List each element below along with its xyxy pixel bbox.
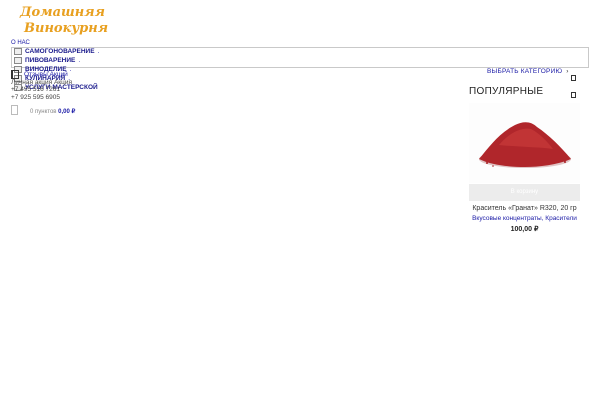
- brewing-icon: [14, 57, 22, 64]
- product-image[interactable]: [469, 103, 580, 183]
- cart-summary[interactable]: 0 пунктов 0,00 ₽: [30, 108, 75, 115]
- section-title: ПОПУЛЯРНЫЕ: [469, 86, 544, 97]
- nav-item-distilling[interactable]: САМОГОНОВАРЕНИЕ.: [14, 48, 99, 55]
- svg-text:Домашняя: Домашняя: [19, 5, 105, 20]
- search-icon[interactable]: [571, 92, 576, 98]
- select-category-button[interactable]: ВЫБРАТЬ КАТЕГОРИЮ ›: [487, 68, 569, 75]
- cart-items-count: 0 пунктов: [30, 109, 57, 115]
- svg-text:Винокурня: Винокурня: [23, 21, 108, 36]
- cart-icon[interactable]: [11, 105, 18, 115]
- nav-item-label: САМОГОНОВАРЕНИЕ: [25, 48, 95, 55]
- phone-number[interactable]: +7 925 595 6905: [11, 94, 60, 101]
- product-categories[interactable]: Вкусовые концентраты, Красители: [469, 215, 580, 222]
- account-icon[interactable]: [571, 75, 576, 81]
- red-powder-image: [479, 122, 571, 168]
- overlay-link[interactable]: Личная акция Акция: [11, 79, 72, 86]
- site-logo[interactable]: Домашняя Винокурня: [18, 2, 118, 36]
- add-to-cart-button[interactable]: В корзину: [469, 184, 580, 201]
- about-link[interactable]: О НАС: [11, 40, 30, 46]
- overlay-link[interactable]: Отзывы Акций: [24, 71, 68, 78]
- menu-icon[interactable]: [11, 70, 19, 79]
- chevron-right-icon: ›: [566, 68, 569, 75]
- cart-sum: 0,00 ₽: [58, 109, 76, 115]
- product-name[interactable]: Краситель «Гранат» R320, 20 гр: [469, 205, 580, 212]
- product-price: 100,00 ₽: [510, 226, 539, 233]
- logo-mark: Домашняя Винокурня: [19, 5, 108, 36]
- nav-item-brewing[interactable]: ПИВОВАРЕНИЕ.: [14, 57, 80, 64]
- select-category-label: ВЫБРАТЬ КАТЕГОРИЮ: [487, 68, 563, 75]
- phone-number[interactable]: +7 495 516 7261: [11, 86, 60, 93]
- nav-item-label: ПИВОВАРЕНИЕ: [25, 57, 76, 64]
- distilling-icon: [14, 48, 22, 55]
